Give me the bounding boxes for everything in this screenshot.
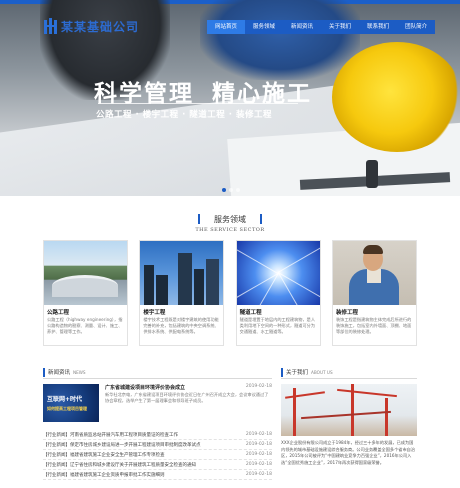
- card-title: 楼宇工程: [143, 310, 166, 316]
- news-row-date: 2019-02-18: [245, 432, 272, 437]
- news-row-date: 2019-02-18: [245, 442, 272, 447]
- services-subtitle: THE SERVICE SECTOR: [195, 227, 265, 233]
- thumb-subline: 如何提高工程项目管理: [47, 406, 87, 411]
- heading-bar-right: [260, 214, 262, 224]
- news-row-title[interactable]: 【行业新闻】河南省质监总站开展汽车用工程项目质量证的检查工作: [43, 432, 233, 438]
- news-row-title[interactable]: 【行业新闻】福建省建筑施工企业安全生产管理工作专项检查: [43, 452, 233, 458]
- hero-level-handle: [366, 160, 378, 188]
- card-desc: 楼宇技术工程既是对楼宇建筑的使用功能完善的补充，包括建筑的中央空调系统、供排水系…: [143, 317, 219, 334]
- featured-news[interactable]: 互联网+时代 如何提高工程项目管理 广东省城建设项目环境评价协会成立 2019-…: [43, 384, 272, 424]
- service-card-building[interactable]: 楼宇工程 楼宇技术工程既是对楼宇建筑的使用功能完善的补充，包括建筑的中央空调系统…: [139, 240, 225, 346]
- building-image: [140, 241, 224, 305]
- brand-name: 某某基础公司: [61, 19, 140, 34]
- about-heading: 关于我们 ABOUT US: [281, 367, 417, 379]
- tunnel-image: [236, 241, 320, 305]
- about-image[interactable]: [281, 384, 417, 436]
- featured-news-date: 2019-02-18: [245, 384, 272, 389]
- featured-news-title[interactable]: 广东省城建设项目环境评价协会成立: [105, 384, 185, 391]
- news-list: 【行业新闻】河南省质监总站开展汽车用工程项目质量证的检查工作 2019-02-1…: [43, 430, 272, 480]
- heading-bar: [281, 368, 283, 377]
- nav-item-team[interactable]: 团队简介: [397, 20, 436, 34]
- highway-image: [44, 241, 127, 305]
- about-title-en: ABOUT US: [311, 370, 333, 375]
- hero-person-right: [200, 0, 360, 80]
- heading-bar: [43, 368, 45, 377]
- service-card-decoration[interactable]: 装修工程 装饰工程是指建筑物主体完成后所进行的装饰施工，包括室内外墙面、顶棚、地…: [331, 240, 417, 346]
- about-title: 关于我们: [286, 370, 309, 376]
- carousel-dot[interactable]: [229, 188, 233, 192]
- logo-mark-icon: [44, 18, 58, 34]
- heading-bar-left: [198, 214, 200, 224]
- card-desc: 公路工程（highway engineering），指公路构造物的勘察、测量、设…: [47, 317, 123, 334]
- service-card-highway[interactable]: 公路工程 公路工程（highway engineering），指公路构造物的勘察…: [43, 240, 128, 346]
- featured-news-thumbnail[interactable]: 互联网+时代 如何提高工程项目管理: [43, 384, 99, 422]
- news-row[interactable]: 【行业新闻】福建省建筑施工企业安全生产管理工作专项检查 2019-02-18: [43, 450, 272, 460]
- carousel-dot[interactable]: [236, 188, 240, 192]
- news-row-title[interactable]: 【行业新闻】保定市住房城乡建设局进一步开展工程建设项目审批制度改革试点: [43, 442, 233, 448]
- card-title: 装修工程: [335, 310, 358, 316]
- news-row-date: 2019-02-18: [245, 452, 272, 457]
- card-desc: 隧道是埋置于地层内的工程建筑物，是人类利用地下空间的一种形式，隧道可分为交通隧道…: [239, 317, 316, 334]
- card-title: 隧道工程: [239, 310, 262, 316]
- thumb-headline: 互联网+时代: [47, 396, 83, 403]
- nav-item-news[interactable]: 新闻资讯: [283, 20, 322, 34]
- carousel-dot[interactable]: [222, 188, 226, 192]
- nav-item-about[interactable]: 关于我们: [321, 20, 360, 34]
- news-row-date: 2019-02-18: [245, 462, 272, 467]
- hero-divider: [98, 103, 298, 104]
- news-row[interactable]: 【行业新闻】河南省质监总站开展汽车用工程项目质量证的检查工作 2019-02-1…: [43, 430, 272, 440]
- news-row-title[interactable]: 【行业新闻】福建省建筑施工企业资质申报审批工作实施细则: [43, 472, 233, 478]
- featured-news-desc: 新华社北京电，广东省建设项目环境评价协会近日在广州召开成立大会，会议审议通过了协…: [105, 392, 269, 403]
- news-heading: 新闻资讯 NEWS: [43, 367, 272, 379]
- service-cards: 公路工程 公路工程（highway engineering），指公路构造物的勘察…: [43, 240, 417, 346]
- nav-item-services[interactable]: 服务领域: [245, 20, 284, 34]
- services-title: 服务领域: [214, 215, 246, 224]
- decoration-image: [332, 241, 416, 305]
- services-heading: 服务领域: [0, 214, 460, 225]
- news-row-date: 2019-02-18: [245, 472, 272, 477]
- news-row[interactable]: 【行业新闻】福建省建筑施工企业资质申报审批工作实施细则 2019-02-18: [43, 470, 272, 480]
- nav-item-contact[interactable]: 联系我们: [359, 20, 398, 34]
- news-title: 新闻资讯: [48, 370, 71, 376]
- nav-item-home[interactable]: 网站首页: [207, 20, 246, 34]
- hero-banner: 某某基础公司 网站首页 服务领域 新闻资讯 关于我们 联系我们 团队简介 科学管…: [0, 0, 460, 196]
- carousel-dots: [222, 188, 240, 192]
- hero-subslogan: 公路工程 · 楼宇工程 · 隧道工程 · 装修工程: [96, 110, 272, 120]
- service-card-tunnel[interactable]: 隧道工程 隧道是埋置于地层内的工程建筑物，是人类利用地下空间的一种形式，隧道可分…: [235, 240, 321, 346]
- main-nav: 网站首页 服务领域 新闻资讯 关于我们 联系我们 团队简介: [207, 20, 436, 34]
- news-row[interactable]: 【行业新闻】辽宁省住房和城乡建设厅关于开展建筑工程质量安全检查的通知 2019-…: [43, 460, 272, 470]
- news-row-title[interactable]: 【行业新闻】辽宁省住房和城乡建设厅关于开展建筑工程质量安全检查的通知: [43, 462, 233, 468]
- news-row[interactable]: 【行业新闻】保定市住房城乡建设局进一步开展工程建设项目审批制度改革试点 2019…: [43, 440, 272, 450]
- site-logo[interactable]: 某某基础公司: [44, 17, 139, 35]
- card-title: 公路工程: [47, 310, 70, 316]
- hero-helmet-image: [332, 42, 460, 152]
- news-title-en: NEWS: [73, 370, 86, 375]
- card-desc: 装饰工程是指建筑物主体完成后所进行的装饰施工，包括室内外墙面、顶棚、地面等部位的…: [335, 317, 412, 334]
- about-text: XXX企业股份有限公司成立于1984年，经过三十多年的发展，已成为国内领先的城市…: [281, 440, 416, 465]
